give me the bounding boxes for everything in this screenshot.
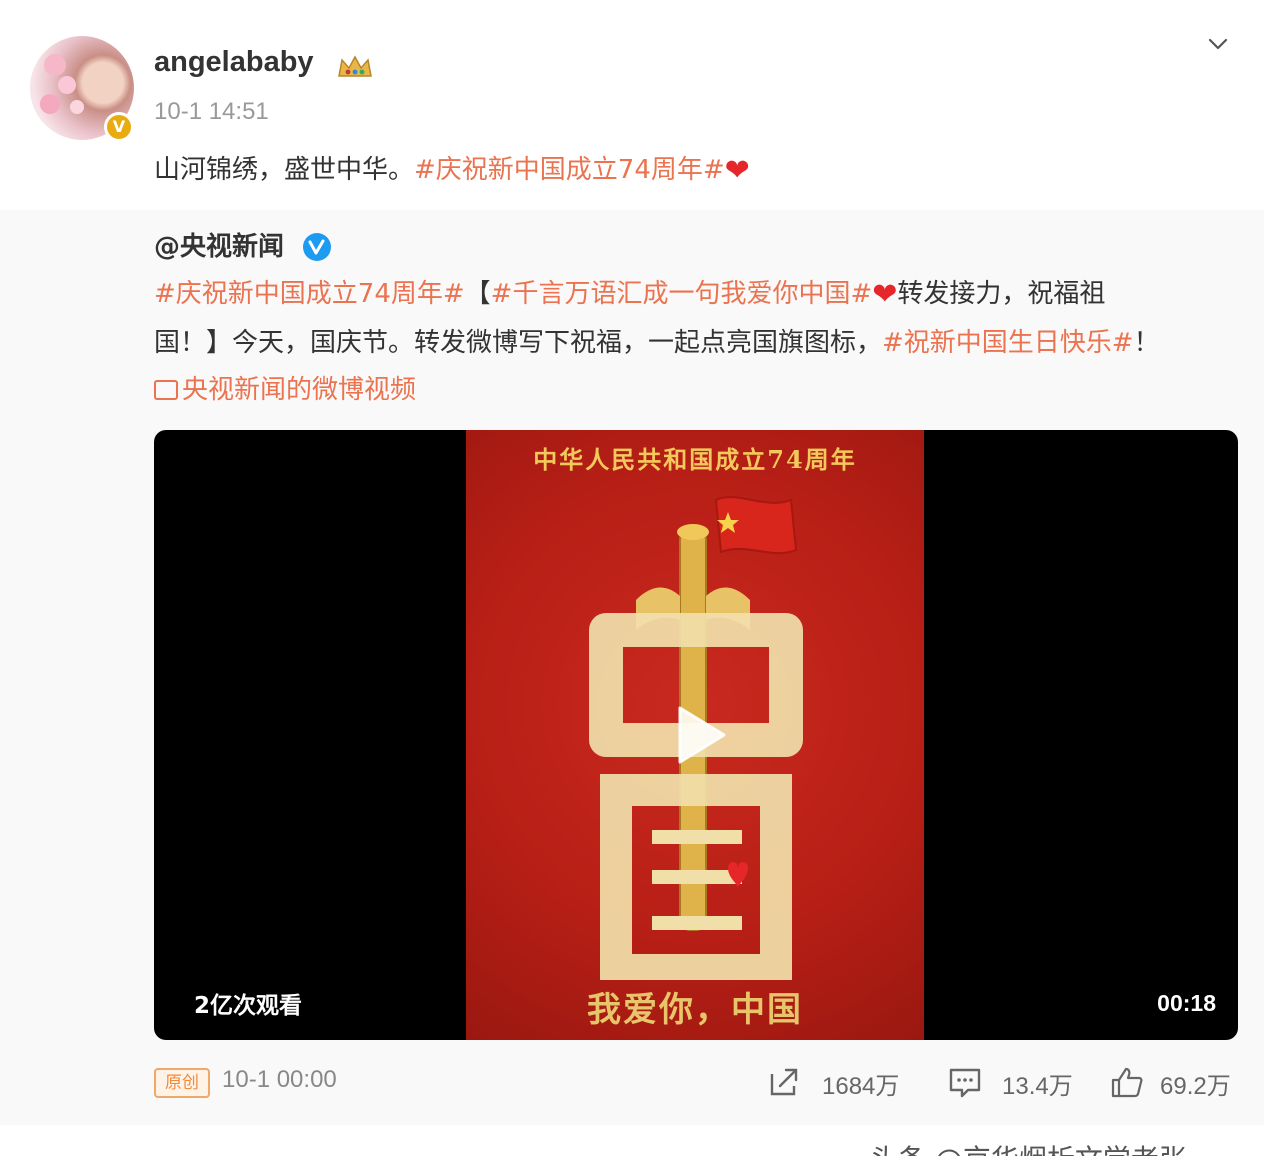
like-icon[interactable] (1110, 1066, 1144, 1098)
chevron-down-icon[interactable] (1204, 30, 1232, 58)
repost-author[interactable]: @央视新闻 (154, 226, 284, 263)
bracket-text: 【 (464, 279, 491, 309)
repost-text-line: #庆祝新中国成立74周年#【#千言万语汇成一句我爱你中国#❤转发接力，祝福祖 (154, 270, 1234, 319)
comment-count[interactable]: 13.4万 (1002, 1066, 1073, 1101)
repost-text-line: 国！】今天，国庆节。转发微博写下祝福，一起点亮国旗图标，#祝新中国生日快乐#！ (154, 319, 1234, 367)
heart-icon: ❤ (872, 277, 898, 312)
verified-badge-icon: V (104, 112, 134, 142)
post-text: 山河锦绣，盛世中华。#庆祝新中国成立74周年#❤ (154, 148, 750, 193)
topic-link[interactable]: #祝新中国生日快乐# (882, 328, 1134, 358)
view-count: 2亿次观看 (194, 993, 303, 1019)
repost-text-segment: 转发接力，祝福祖 (897, 279, 1106, 309)
repost-text-segment: ！ (1133, 328, 1160, 358)
heart-icon: ❤ (724, 153, 750, 188)
repost-icon[interactable] (766, 1066, 800, 1098)
topic-link[interactable]: #庆祝新中国成立74周年# (154, 279, 465, 309)
topic-link[interactable]: #千言万语汇成一句我爱你中国# (491, 279, 873, 309)
post-time: 10-1 14:51 (154, 98, 269, 125)
watermark: 头条 @京华烟析文学老张 (870, 1138, 1187, 1156)
username[interactable]: angelababy (154, 46, 314, 79)
video-link-label: 央视新闻的微博视频 (182, 375, 417, 405)
repost-text: #庆祝新中国成立74周年#【#千言万语汇成一句我爱你中国#❤转发接力，祝福祖 国… (154, 270, 1234, 367)
post-footer: 原创 10-1 00:00 1684万 13.4万 69.2万 (154, 1062, 1238, 1102)
poster-slogan: 我爱你，中国 (587, 990, 803, 1030)
repost-text-segment: 国！】今天，国庆节。转发微博写下祝福，一起点亮国旗图标， (154, 328, 883, 358)
comment-icon[interactable] (948, 1066, 982, 1098)
like-count[interactable]: 69.2万 (1160, 1066, 1231, 1101)
video-player[interactable]: 中华人民共和国成立74周年 我爱你，中国 2亿次观看 00:18 (154, 430, 1238, 1040)
play-button-icon[interactable] (660, 698, 734, 772)
original-badge: 原创 (154, 1068, 210, 1098)
repost-count[interactable]: 1684万 (822, 1066, 899, 1101)
video-icon (154, 380, 178, 400)
blue-verified-icon (303, 233, 331, 261)
video-link[interactable]: 央视新闻的微博视频 (154, 368, 416, 412)
topic-link[interactable]: #庆祝新中国成立74周年# (414, 155, 725, 185)
weibo-post: V angelababy 10-1 14:51 山河锦绣，盛世中华。#庆祝新中国… (0, 0, 1264, 1156)
post-text-plain: 山河锦绣，盛世中华。 (154, 155, 415, 185)
video-duration: 00:18 (1157, 990, 1216, 1016)
footer-time: 10-1 00:00 (222, 1066, 337, 1093)
crown-icon (338, 55, 372, 77)
